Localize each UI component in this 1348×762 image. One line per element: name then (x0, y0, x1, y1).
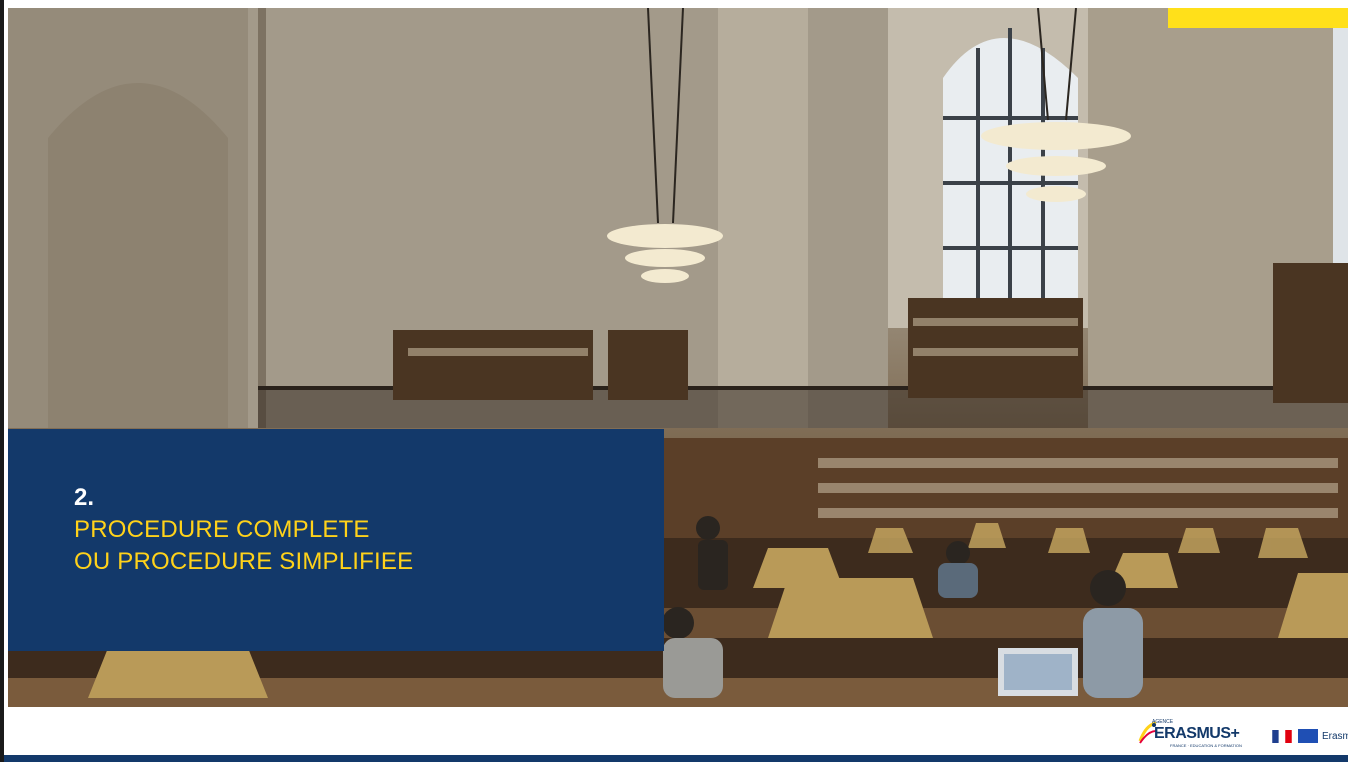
eu-flag-icon (1298, 729, 1318, 743)
erasmus-brand: ERASMUS+ (1154, 725, 1240, 742)
section-title-line-1: PROCEDURE COMPLETE (74, 516, 370, 543)
bottom-bar (4, 755, 1348, 762)
top-margin (0, 0, 1348, 8)
slide-left-border (0, 0, 4, 762)
section-title-line-2: OU PROCEDURE SIMPLIFIEE (74, 548, 414, 575)
eu-label: Erasmus+ (1322, 731, 1348, 742)
accent-tab (1168, 8, 1348, 28)
section-number: 2. (74, 484, 95, 511)
erasmus-subtitle: FRANCE · EDUCATION & FORMATION (1170, 743, 1242, 748)
section-title-box: 2. PROCEDURE COMPLETE OU PROCEDURE SIMPL… (8, 429, 664, 651)
french-flag-icon (1272, 730, 1292, 743)
slide: 2. PROCEDURE COMPLETE OU PROCEDURE SIMPL… (0, 0, 1348, 762)
footer-logos: AGENCE ERASMUS+ FRANCE · EDUCATION & FOR… (1082, 719, 1348, 749)
